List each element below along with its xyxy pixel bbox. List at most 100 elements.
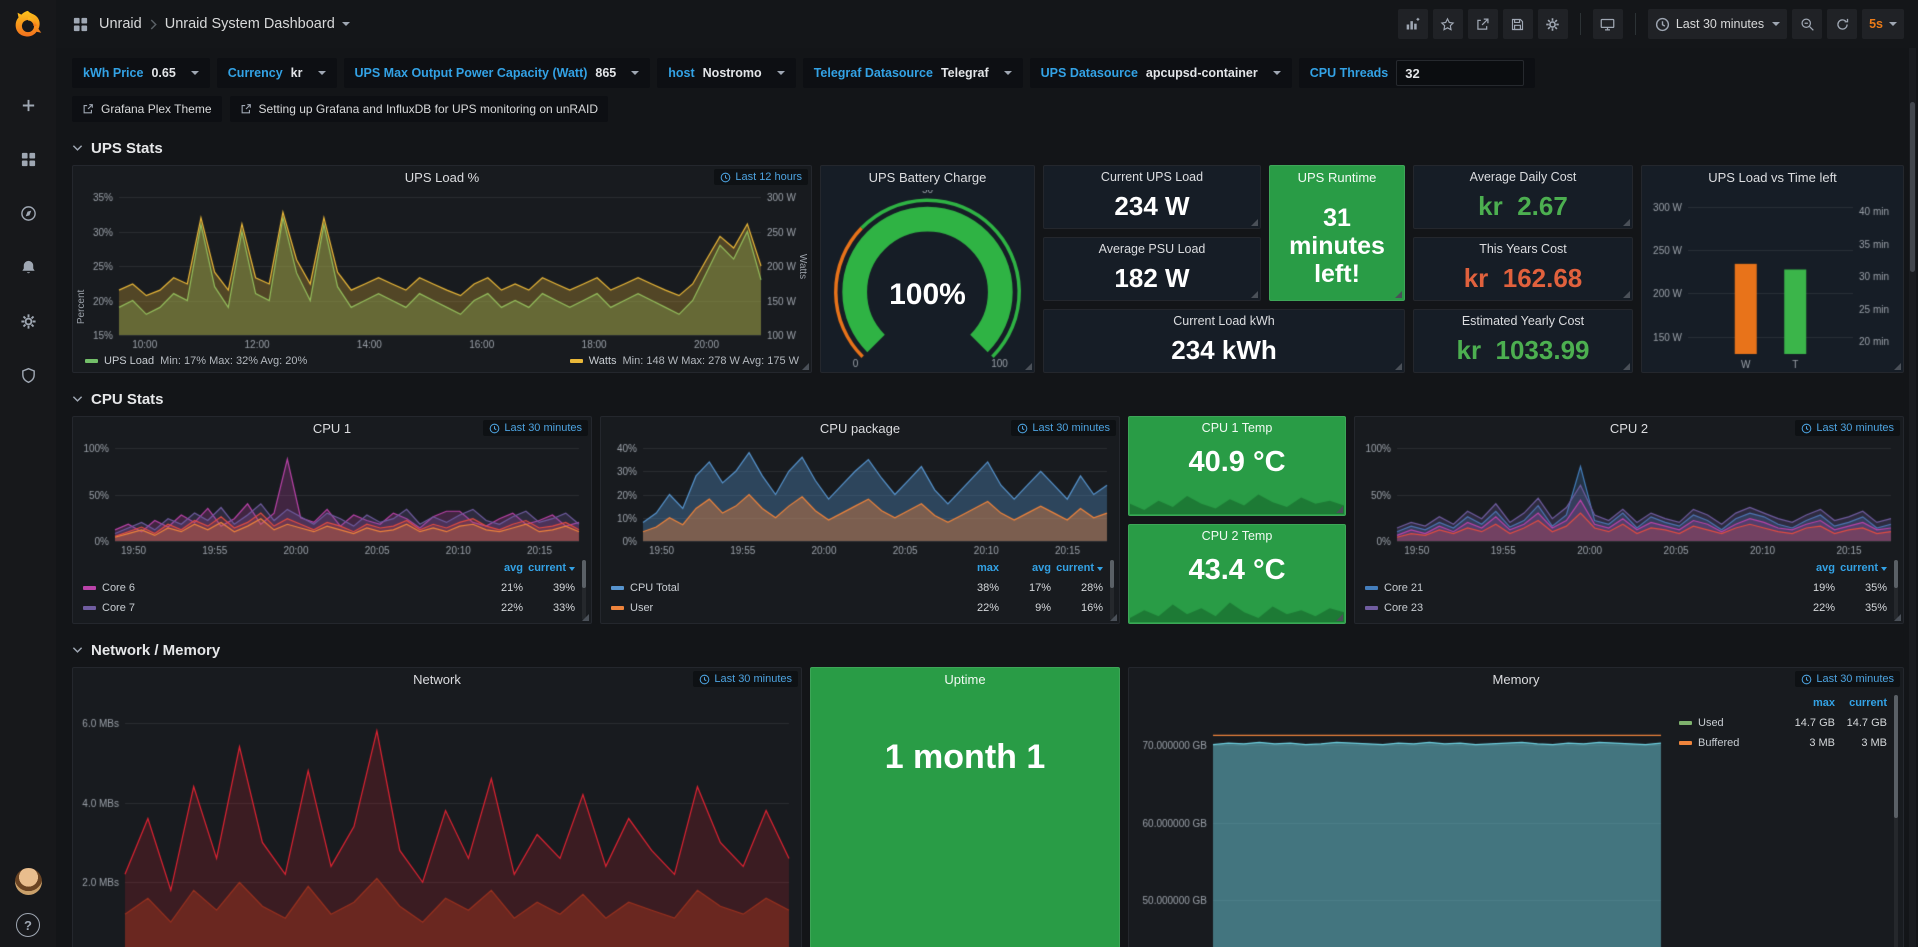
dashboard-settings-button[interactable]	[1538, 9, 1568, 39]
grafana-logo-icon[interactable]	[9, 8, 47, 46]
legend-row[interactable]: Core 2322%35%	[1365, 598, 1887, 618]
resize-handle[interactable]	[1336, 614, 1343, 621]
add-panel-button[interactable]	[1398, 9, 1428, 39]
panel-title[interactable]: UPS Runtime	[1270, 166, 1404, 190]
link-ups-monitoring-guide[interactable]: Setting up Grafana and InfluxDB for UPS …	[230, 96, 609, 122]
panel-title[interactable]: This Years Cost	[1414, 238, 1632, 261]
legend-sort-column[interactable]: current	[523, 562, 575, 574]
memory-chart[interactable]	[1129, 692, 1669, 947]
dashboards-icon[interactable]	[11, 144, 45, 174]
legend-row[interactable]: Core 2119%35%	[1365, 578, 1887, 598]
battery-gauge[interactable]	[821, 190, 1034, 372]
legend-sort-column[interactable]: avg	[471, 562, 523, 574]
variable-telegraf-datasource[interactable]: Telegraf DatasourceTelegraf	[803, 58, 1023, 88]
panel-title[interactable]: CPU 2 Temp	[1129, 525, 1345, 548]
time-badge[interactable]: Last 12 hours	[714, 169, 808, 185]
legend-item[interactable]: UPS LoadMin: 17% Max: 32% Avg: 20%	[85, 355, 307, 367]
resize-handle[interactable]	[1894, 363, 1901, 370]
variable-ups-datasource[interactable]: UPS Datasourceapcupsd-container	[1030, 58, 1292, 88]
legend-row[interactable]: Core 621%39%	[83, 578, 575, 598]
legend-row[interactable]: CPU Total38%17%28%	[611, 578, 1103, 598]
legend-scrollbar[interactable]	[1110, 560, 1114, 620]
chevron-down-icon[interactable]	[342, 22, 350, 26]
resize-handle[interactable]	[1025, 363, 1032, 370]
time-badge[interactable]: Last 30 minutes	[1795, 420, 1900, 436]
panel-title[interactable]: UPS Load vs Time left	[1642, 166, 1903, 190]
configuration-gear-icon[interactable]	[11, 306, 45, 336]
resize-handle[interactable]	[1623, 291, 1630, 298]
resize-handle[interactable]	[1251, 291, 1258, 298]
resize-handle[interactable]	[802, 363, 809, 370]
cpu-package-chart[interactable]	[601, 441, 1119, 557]
help-icon[interactable]: ?	[16, 913, 40, 937]
resize-handle[interactable]	[582, 614, 589, 621]
favorite-star-button[interactable]	[1433, 9, 1463, 39]
user-avatar[interactable]	[15, 868, 42, 895]
zoom-out-button[interactable]	[1792, 9, 1822, 39]
scrollbar-thumb[interactable]	[1910, 102, 1915, 272]
legend-scrollbar[interactable]	[582, 560, 586, 620]
explore-compass-icon[interactable]	[11, 198, 45, 228]
resize-handle[interactable]	[1623, 363, 1630, 370]
variable-kwh-price[interactable]: kWh Price0.65	[72, 58, 210, 88]
legend-sort-column[interactable]: current	[1835, 562, 1887, 574]
network-chart[interactable]	[73, 692, 801, 947]
breadcrumb-root[interactable]: Unraid	[99, 16, 142, 32]
panel-title[interactable]: CPU 1 Temp	[1129, 417, 1345, 440]
legend-sort-column[interactable]: max	[947, 562, 999, 574]
cpu-threads-input[interactable]: 32	[1396, 60, 1524, 86]
cycle-view-monitor-button[interactable]	[1593, 9, 1623, 39]
share-button[interactable]	[1468, 9, 1498, 39]
create-plus-icon[interactable]	[11, 90, 45, 120]
legend-sort-column[interactable]: current	[1051, 562, 1103, 574]
panel-title[interactable]: UPS Load %	[73, 166, 811, 190]
legend-scrollbar[interactable]	[1894, 695, 1898, 947]
resize-handle[interactable]	[1251, 219, 1258, 226]
panel-title[interactable]: Network	[73, 668, 801, 692]
resize-handle[interactable]	[1110, 614, 1117, 621]
legend-row[interactable]: Buffered3 MB3 MB	[1679, 733, 1887, 753]
legend-row[interactable]: Used14.7 GB14.7 GB	[1679, 713, 1887, 733]
variable-currency[interactable]: Currencykr	[217, 58, 337, 88]
panel-title[interactable]: Memory	[1129, 668, 1903, 692]
breadcrumb-current[interactable]: Unraid System Dashboard	[165, 16, 335, 32]
legend-row[interactable]: Core 722%33%	[83, 598, 575, 618]
dashboard-grid-icon[interactable]	[72, 16, 89, 33]
refresh-interval-picker[interactable]: 5s	[1862, 9, 1904, 39]
server-admin-shield-icon[interactable]	[11, 360, 45, 390]
legend-scrollbar[interactable]	[1894, 560, 1898, 620]
panel-title[interactable]: Average PSU Load	[1044, 238, 1260, 261]
legend-sort-column[interactable]: current	[1835, 697, 1887, 709]
refresh-button[interactable]	[1827, 9, 1857, 39]
save-button[interactable]	[1503, 9, 1533, 39]
time-badge[interactable]: Last 30 minutes	[1011, 420, 1116, 436]
legend-sort-column[interactable]: max	[1783, 697, 1835, 709]
section-ups-stats[interactable]: UPS Stats	[72, 137, 1904, 159]
panel-title[interactable]: Uptime	[811, 668, 1119, 692]
cpu1-chart[interactable]	[73, 441, 591, 557]
variable-ups-max-output[interactable]: UPS Max Output Power Capacity (Watt)865	[344, 58, 651, 88]
resize-handle[interactable]	[1336, 506, 1343, 513]
variable-host[interactable]: hostNostromo	[657, 58, 795, 88]
link-grafana-plex-theme[interactable]: Grafana Plex Theme	[72, 96, 222, 122]
page-scrollbar[interactable]	[1909, 48, 1916, 947]
resize-handle[interactable]	[1894, 614, 1901, 621]
alerting-bell-icon[interactable]	[11, 252, 45, 282]
resize-handle[interactable]	[1395, 291, 1402, 298]
time-range-picker[interactable]: Last 30 minutes	[1648, 9, 1787, 39]
time-badge[interactable]: Last 30 minutes	[1795, 671, 1900, 687]
panel-title[interactable]: Average Daily Cost	[1414, 166, 1632, 189]
legend-item[interactable]: WattsMin: 148 W Max: 278 W Avg: 175 W	[570, 355, 799, 367]
ups-load-time-bars[interactable]	[1642, 190, 1903, 372]
panel-title[interactable]: Current UPS Load	[1044, 166, 1260, 189]
time-badge[interactable]: Last 30 minutes	[693, 671, 798, 687]
resize-handle[interactable]	[1623, 219, 1630, 226]
section-cpu-stats[interactable]: CPU Stats	[72, 388, 1904, 410]
panel-title[interactable]: Current Load kWh	[1044, 310, 1404, 333]
time-badge[interactable]: Last 30 minutes	[483, 420, 588, 436]
panel-title[interactable]: UPS Battery Charge	[821, 166, 1034, 190]
ups-load-chart[interactable]	[73, 190, 811, 351]
resize-handle[interactable]	[1395, 363, 1402, 370]
legend-sort-column[interactable]: avg	[1783, 562, 1835, 574]
legend-sort-column[interactable]: avg	[999, 562, 1051, 574]
